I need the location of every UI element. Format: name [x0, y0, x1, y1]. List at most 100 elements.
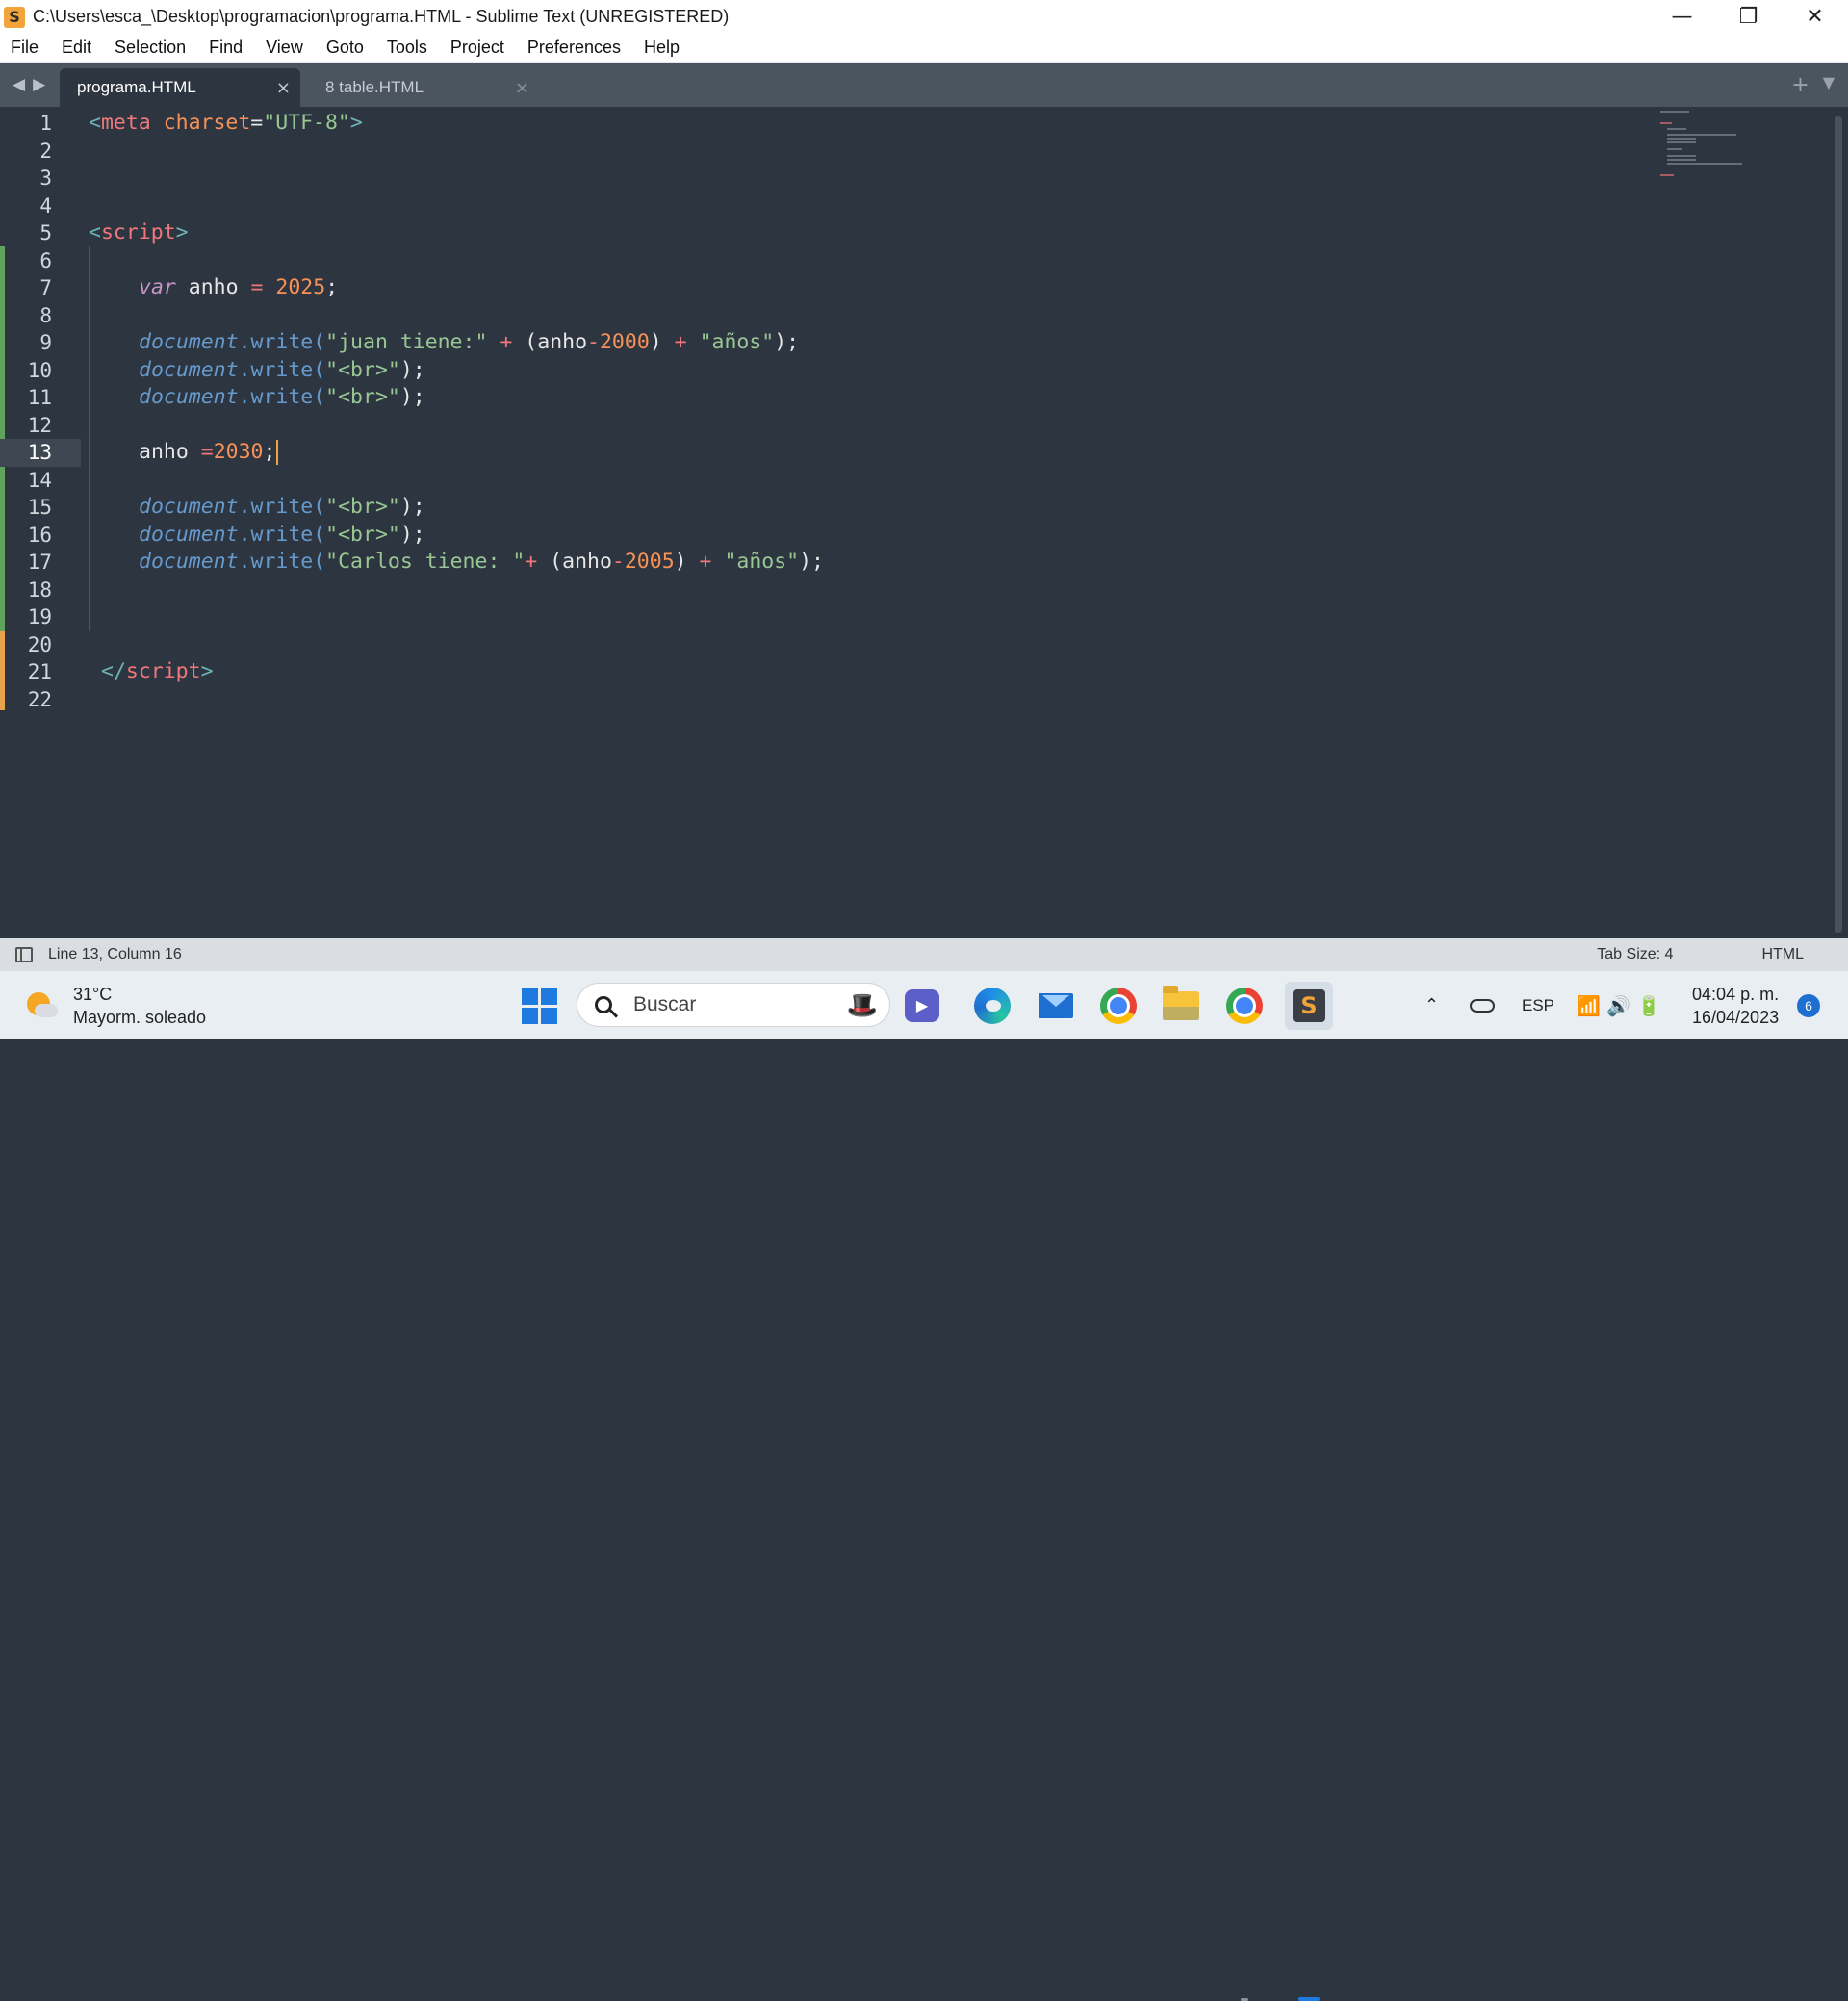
token: charset: [163, 111, 251, 135]
tab-nav: ◀ ▶: [13, 75, 45, 94]
token: document: [139, 385, 239, 409]
token: document: [139, 357, 239, 382]
menu-view[interactable]: View: [255, 38, 316, 58]
tab-label: 8 table.HTML: [325, 78, 424, 96]
mail-icon[interactable]: [1036, 986, 1076, 1026]
token: "<br>": [325, 385, 400, 409]
search-placeholder: Buscar: [633, 993, 697, 1015]
menu-find[interactable]: Find: [198, 38, 255, 58]
weather-temperature: 31°C: [73, 985, 113, 1004]
new-tab-icon[interactable]: +: [1791, 73, 1809, 97]
window-controls: — ❐ ✕: [1649, 0, 1848, 34]
token: 2005: [624, 550, 675, 574]
token: "UTF-8": [263, 111, 350, 135]
restore-button[interactable]: ❐: [1715, 0, 1782, 34]
token: +: [500, 330, 513, 354]
token: .write(: [238, 330, 326, 354]
back-arrow-icon[interactable]: ◀: [13, 75, 25, 94]
onedrive-cloud-icon[interactable]: [1470, 971, 1495, 1039]
sidebar-toggle-icon[interactable]: [15, 947, 33, 962]
line-number: 3: [39, 167, 52, 190]
file-explorer-icon[interactable]: [1161, 986, 1201, 1026]
vertical-scrollbar[interactable]: [1835, 116, 1842, 933]
cursor-position: Line 13, Column 16: [48, 946, 182, 962]
input-language[interactable]: ESP: [1522, 971, 1554, 1039]
token: "años": [724, 550, 800, 574]
system-clock[interactable]: 04:04 p. m. 16/04/2023: [1692, 971, 1779, 1039]
token: .write(: [238, 522, 326, 547]
token: 2025: [275, 275, 326, 299]
line-number: 14: [27, 468, 52, 492]
token: ;: [325, 275, 339, 299]
token: .write(: [238, 495, 326, 519]
menu-help[interactable]: Help: [633, 38, 692, 58]
tab-programa[interactable]: programa.HTML ×: [60, 68, 300, 107]
menu-preferences[interactable]: Preferences: [517, 38, 633, 58]
code-editor[interactable]: 1 2 3 4 5 6 7 8 9 10 11 12 13 14 15 16 1…: [0, 107, 1848, 938]
token: .write(: [238, 357, 326, 382]
forward-arrow-icon[interactable]: ▶: [33, 75, 45, 94]
line-number: 21: [27, 660, 52, 683]
close-tab-icon[interactable]: ×: [515, 78, 529, 98]
line-number: 18: [27, 577, 52, 602]
tab-dropdown-icon[interactable]: ▼: [1823, 73, 1835, 97]
code-line-5: <script>: [89, 219, 189, 247]
show-hidden-icons-chevron-icon[interactable]: ⌃: [1424, 971, 1439, 1039]
menu-goto[interactable]: Goto: [316, 38, 376, 58]
minimize-button[interactable]: —: [1649, 0, 1715, 34]
minimap[interactable]: [1656, 107, 1790, 184]
code-line-21: </script>: [101, 658, 214, 686]
tab-bar: ◀ ▶ programa.HTML × 8 table.HTML × + ▼: [0, 63, 1848, 107]
teams-chat-icon[interactable]: ▶: [905, 989, 939, 1022]
close-tab-icon[interactable]: ×: [276, 78, 291, 98]
edge-browser-icon[interactable]: [972, 986, 1013, 1026]
line-number: 20: [27, 632, 52, 656]
token: anho: [175, 275, 251, 299]
weather-widget[interactable]: 31°C Mayorm. soleado: [25, 983, 206, 1029]
search-highlight-icon: 🎩: [846, 991, 878, 1020]
line-number: 16: [27, 523, 52, 547]
menu-file[interactable]: File: [0, 38, 51, 58]
tab-table[interactable]: 8 table.HTML ×: [308, 68, 539, 107]
line-number: 17: [27, 551, 52, 574]
token: );: [799, 550, 824, 574]
tab-size[interactable]: Tab Size: 4: [1553, 946, 1717, 963]
line-number: 22: [27, 687, 52, 711]
token: >: [200, 659, 214, 683]
token: var: [139, 275, 176, 299]
menu-selection[interactable]: Selection: [104, 38, 198, 58]
syntax-mode[interactable]: HTML: [1717, 946, 1848, 963]
line-number: 10: [27, 358, 52, 382]
menu-tools[interactable]: Tools: [376, 38, 440, 58]
sublime-text-taskbar-icon[interactable]: S: [1285, 982, 1333, 1030]
clock-date: 16/04/2023: [1692, 1007, 1780, 1027]
line-number: 11: [27, 386, 52, 409]
network-volume-battery-icons[interactable]: 📶 🔊 🔋: [1577, 971, 1660, 1039]
token: "juan tiene:": [325, 330, 488, 354]
token: 2000: [599, 330, 650, 354]
token: .write(: [238, 385, 326, 409]
current-line-number: 13: [0, 439, 81, 467]
tab-label: programa.HTML: [77, 78, 196, 96]
chrome-profile-icon[interactable]: [1226, 988, 1263, 1024]
weather-sun-icon: [25, 988, 60, 1023]
taskbar-search[interactable]: Buscar 🎩: [577, 983, 890, 1027]
token: +: [674, 330, 687, 354]
notification-badge[interactable]: 6: [1797, 994, 1820, 1017]
chrome-icon[interactable]: [1100, 988, 1137, 1024]
token: -: [587, 330, 600, 354]
token: "<br>": [325, 495, 400, 519]
close-button[interactable]: ✕: [1782, 0, 1848, 34]
windows-start-icon[interactable]: [519, 986, 559, 1026]
menu-edit[interactable]: Edit: [51, 38, 104, 58]
token: <: [89, 220, 101, 244]
code-line-16: document.write("<br>");: [139, 522, 425, 550]
weather-description: Mayorm. soleado: [73, 1008, 207, 1027]
token: "años": [699, 330, 775, 354]
line-number: 19: [27, 605, 52, 629]
token: =: [250, 111, 264, 135]
menu-project[interactable]: Project: [440, 38, 517, 58]
menu-bar: File Edit Selection Find View Goto Tools…: [0, 34, 1848, 63]
